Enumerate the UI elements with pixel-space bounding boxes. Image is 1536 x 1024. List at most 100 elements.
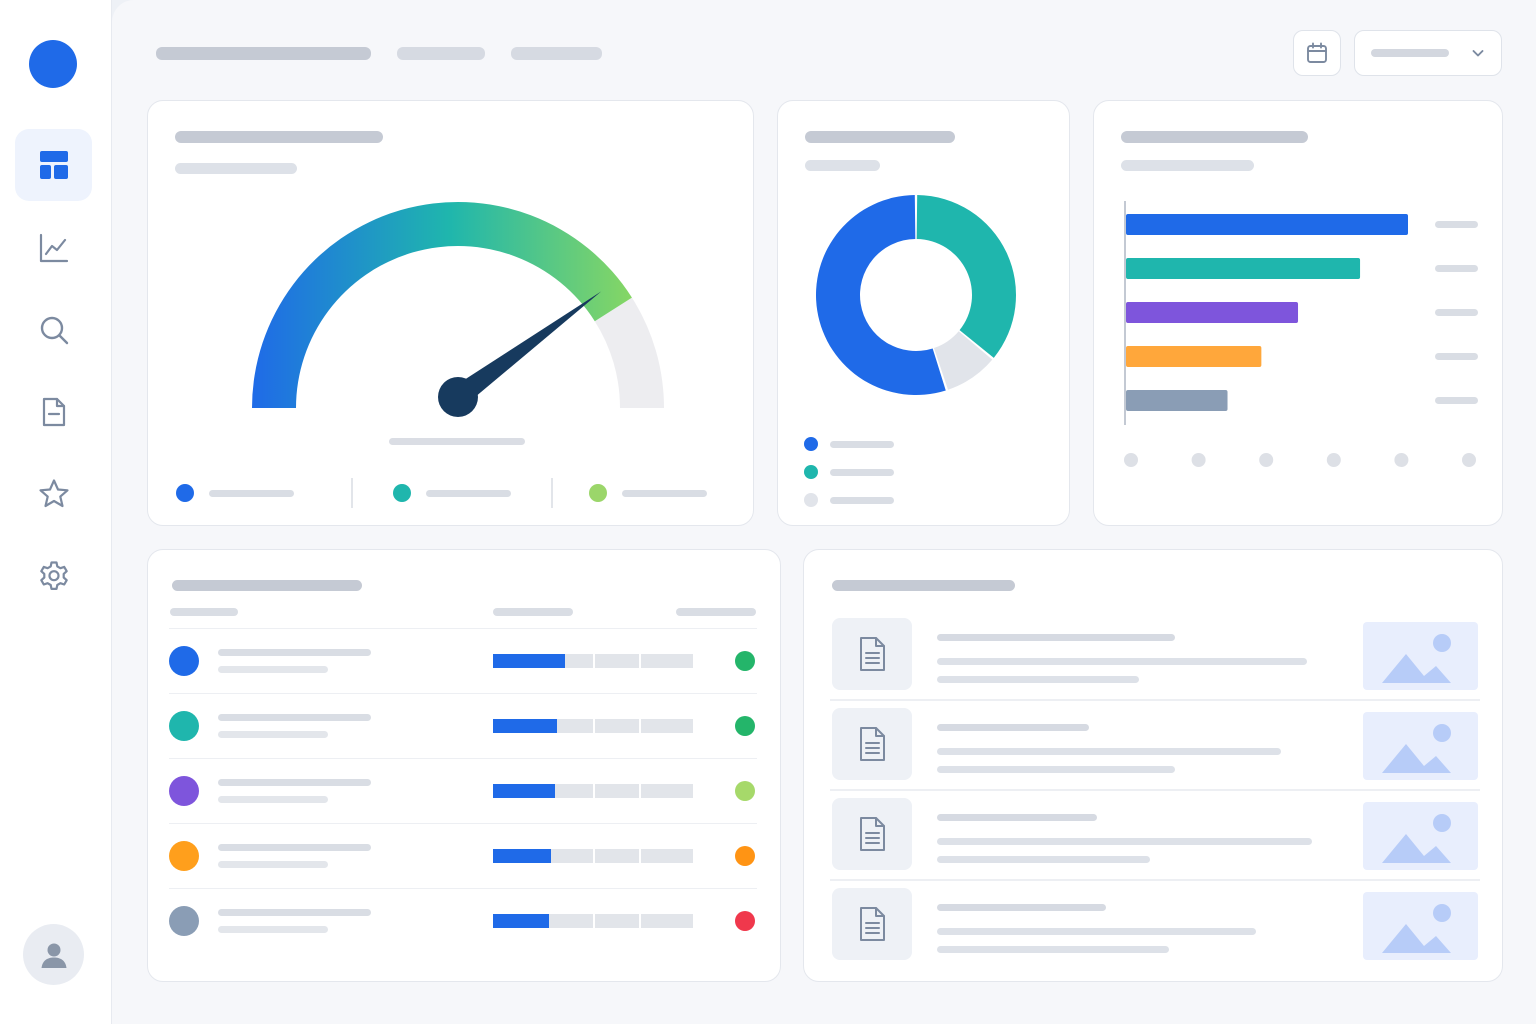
sidebar-item-search[interactable] [15,294,92,366]
file-description [937,838,1312,845]
column-header[interactable] [676,608,756,616]
row-avatar [169,776,199,806]
progress-fill [493,849,551,863]
file-description [937,748,1281,755]
row-avatar [169,841,199,871]
table-row[interactable] [169,888,757,953]
image-icon [1382,724,1451,773]
row-title [218,649,371,656]
sidebar-item-analytics[interactable] [15,212,92,284]
legend-label [209,490,294,497]
file-icon-tile [832,618,912,690]
status-dot [735,781,755,801]
bar[interactable] [1126,390,1228,411]
file-thumbnail[interactable] [1363,892,1478,960]
donut-card [777,100,1070,526]
file-thumbnail[interactable] [1363,712,1478,780]
progress-divider [593,784,595,798]
list-item[interactable] [830,789,1480,872]
bar[interactable] [1126,214,1408,235]
file-thumbnail[interactable] [1363,622,1478,690]
legend-label [622,490,707,497]
sidebar-item-favorites[interactable] [15,458,92,530]
row-avatar [169,711,199,741]
row-title [218,844,371,851]
sidebar-item-settings[interactable] [15,540,92,612]
bar[interactable] [1126,346,1262,367]
bar[interactable] [1126,258,1361,279]
progress-fill [493,914,549,928]
progress-divider [639,914,641,928]
brand-logo[interactable] [29,40,77,88]
progress-bar [493,849,693,863]
row-subtitle [218,861,328,868]
breadcrumb-item[interactable] [511,47,602,60]
x-axis-tick [1191,453,1206,467]
row-subtitle [218,926,328,933]
progress-bar [493,784,693,798]
legend-dot [804,437,818,451]
bar-value-label [1435,265,1478,272]
progress-divider [639,784,641,798]
files-card [803,549,1503,982]
document-icon [860,637,885,671]
progress-divider [639,719,641,733]
status-dot [735,651,755,671]
file-title [937,724,1089,731]
calendar-icon [1307,42,1327,63]
gauge-needle-hub [438,377,478,417]
row-subtitle [218,796,328,803]
progress-divider [593,719,595,733]
column-header[interactable] [170,608,238,616]
gauge-card [147,100,754,526]
legend-dot [804,493,818,507]
x-axis-tick [1326,453,1341,467]
progress-fill [493,719,557,733]
row-subtitle [218,731,328,738]
x-axis-tick [1259,453,1274,467]
table-row[interactable] [169,693,757,758]
bar[interactable] [1126,302,1299,323]
row-title [218,909,371,916]
file-title [937,634,1175,641]
date-range-dropdown[interactable] [1354,30,1502,76]
file-meta [937,676,1139,683]
search-icon [40,316,68,345]
column-header[interactable] [493,608,573,616]
list-item[interactable] [832,618,1478,692]
list-item[interactable] [830,699,1480,782]
legend-dot [176,484,194,502]
calendar-button[interactable] [1293,30,1341,76]
progress-divider [593,654,595,668]
row-divider [830,789,1480,791]
table-row[interactable] [169,823,757,888]
page-title [156,47,371,60]
progress-divider [593,914,595,928]
card-title [832,580,1015,591]
donut-segment[interactable] [916,195,1016,358]
sidebar-item-documents[interactable] [15,376,92,448]
table-row[interactable] [169,758,757,823]
list-item[interactable] [830,879,1480,962]
donut-chart [815,195,1016,396]
breadcrumb-item[interactable] [397,47,485,60]
sidebar-item-dashboard[interactable] [15,129,92,201]
user-avatar[interactable] [23,924,84,985]
document-icon [860,727,885,761]
progress-fill [493,654,565,668]
bar-value-label [1435,397,1478,404]
data-table-card [147,549,781,982]
dropdown-value [1371,49,1449,57]
x-axis-tick [1394,453,1409,467]
row-avatar [169,906,199,936]
row-title [218,779,371,786]
file-thumbnail[interactable] [1363,802,1478,870]
legend-label [426,490,511,497]
x-axis-tick [1124,453,1138,467]
legend-label [830,497,894,504]
chevron-down-icon [1472,50,1484,57]
row-avatar [169,646,199,676]
document-icon [42,397,65,427]
gauge-chart [252,202,664,417]
table-row[interactable] [169,628,757,693]
